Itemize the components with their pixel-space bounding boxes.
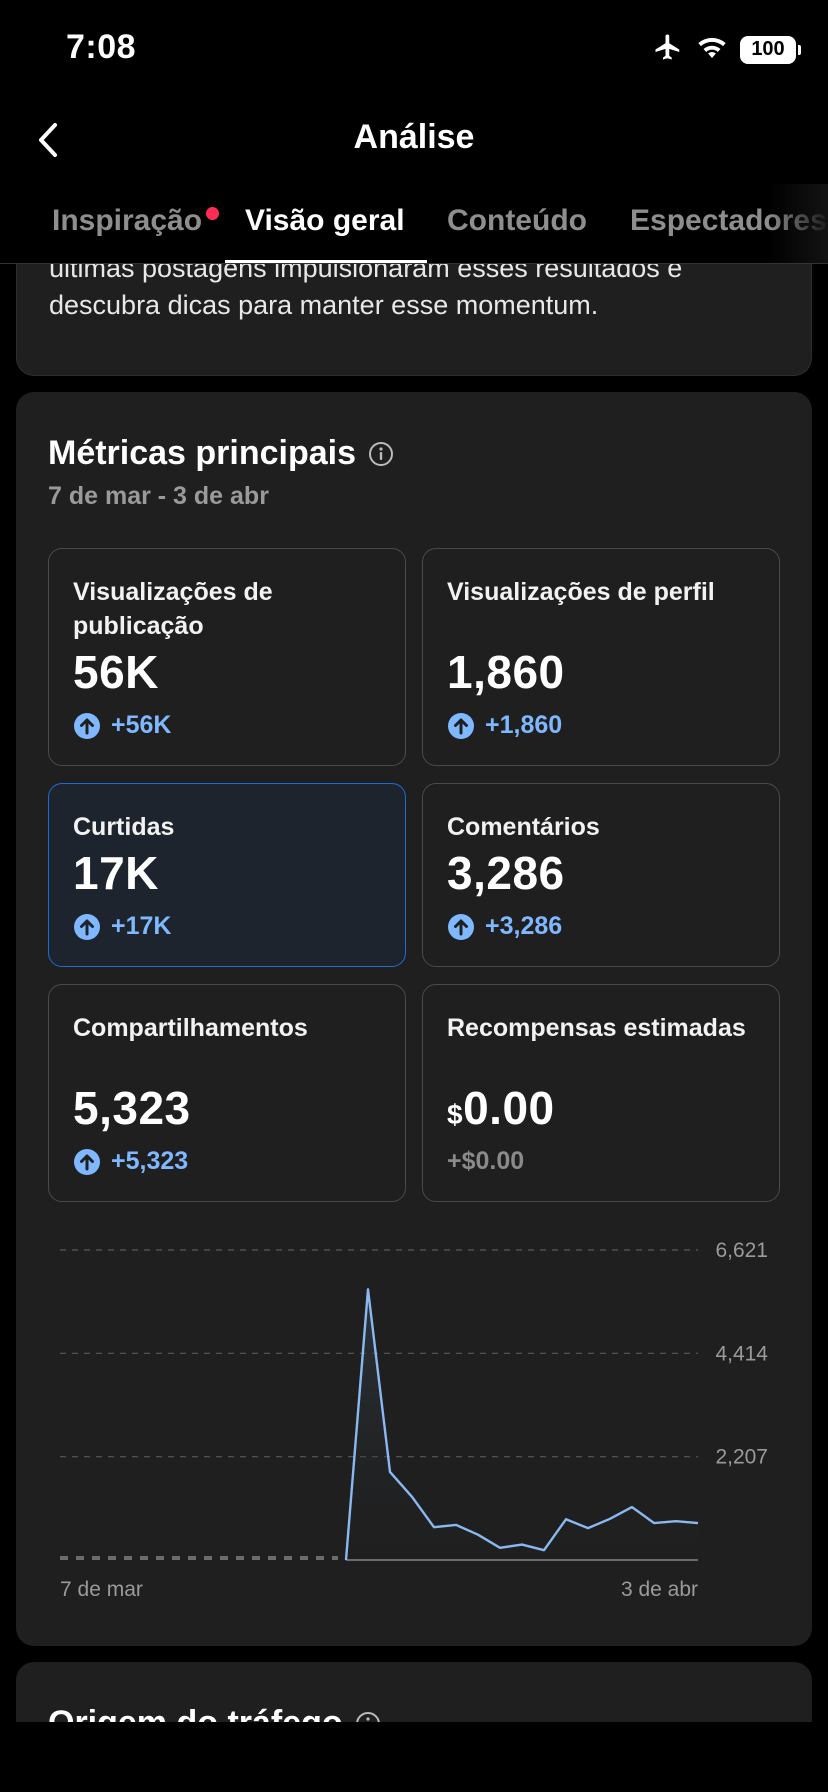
metric-tile-post-views[interactable]: Visualizações de publicação 56K +56K (48, 548, 406, 766)
date-range: 7 de mar - 3 de abr (48, 482, 269, 510)
airplane-icon (652, 32, 684, 67)
metric-delta-text: +3,286 (485, 912, 563, 940)
metric-label: Comentários (447, 813, 600, 841)
chart-area-fill (346, 1289, 698, 1560)
metric-label: Compartilhamentos (73, 1014, 308, 1042)
metric-delta: +1,860 (447, 711, 562, 740)
arrow-up-circle-icon (448, 712, 474, 739)
metric-value: 56K (73, 646, 159, 698)
metric-tile-shares[interactable]: Compartilhamentos 5,323 +5,323 (48, 984, 406, 1202)
metric-delta-text: +56K (111, 711, 172, 739)
status-bar: 7:08 100 (0, 0, 828, 100)
notification-dot (206, 207, 219, 220)
likes-chart-svg: 6,621 4,414 2,207 7 de mar 3 de abr (60, 1239, 768, 1601)
metric-label: Visualizações de publicação (73, 578, 273, 640)
tab-visao-geral[interactable]: Visão geral (245, 204, 405, 238)
tab-fade (768, 184, 828, 263)
metric-value: 3,286 (447, 847, 565, 899)
y-tick-label: 4,414 (715, 1342, 768, 1365)
nav-bar: Análise (0, 100, 828, 180)
key-metrics-card: Métricas principais 7 de mar - 3 de abr … (16, 392, 812, 1646)
status-icons: 100 (652, 32, 801, 67)
wifi-icon (696, 34, 728, 65)
metric-label: Curtidas (73, 813, 175, 841)
x-tick-label-end: 3 de abr (621, 1578, 698, 1601)
metric-delta: +56K (73, 711, 171, 740)
metric-delta: +17K (73, 912, 171, 941)
arrow-up-circle-icon (74, 712, 100, 739)
y-tick-label: 6,621 (715, 1239, 768, 1262)
metric-tile-likes[interactable]: Curtidas 17K +17K (48, 783, 406, 967)
battery-indicator: 100 (740, 35, 801, 64)
metric-value: 1,860 (447, 646, 565, 698)
tab-bar: Inspiração Visão geral Conteúdo Espectad… (0, 184, 828, 264)
likes-chart[interactable]: 6,621 4,414 2,207 7 de mar 3 de abr (16, 1212, 812, 1632)
arrow-up-circle-icon (74, 913, 100, 940)
metric-delta: +$0.00 (447, 1147, 524, 1176)
tab-conteudo[interactable]: Conteúdo (447, 204, 587, 238)
metric-value-number: 0.00 (463, 1082, 555, 1134)
metric-value: 17K (73, 847, 159, 899)
x-tick-label-start: 7 de mar (60, 1578, 143, 1601)
metrics-title: Métricas principais (48, 434, 394, 473)
y-tick-label: 2,207 (715, 1446, 768, 1469)
metric-delta-text: +5,323 (111, 1147, 189, 1175)
metric-tile-profile-views[interactable]: Visualizações de perfil 1,860 +1,860 (422, 548, 780, 766)
metric-delta-text: +1,860 (485, 711, 563, 739)
metric-delta-text: +$0.00 (447, 1147, 525, 1175)
metric-value: 5,323 (73, 1082, 191, 1134)
metric-value: $0.00 (447, 1081, 555, 1135)
info-icon[interactable] (368, 441, 394, 467)
metric-label: Recompensas estimadas (447, 1014, 746, 1042)
arrow-up-circle-icon (74, 1148, 100, 1175)
arrow-up-circle-icon (448, 913, 474, 940)
metrics-title-text: Métricas principais (48, 434, 357, 472)
currency-symbol: $ (447, 1099, 464, 1130)
metric-label: Visualizações de perfil (447, 578, 715, 606)
page-title: Análise (353, 118, 475, 156)
status-time: 7:08 (66, 28, 137, 66)
metric-tile-estimated-rewards[interactable]: Recompensas estimadas $0.00 +$0.00 (422, 984, 780, 1202)
metric-delta-text: +17K (111, 912, 172, 940)
bottom-safe-area (0, 1722, 828, 1792)
active-tab-indicator (225, 260, 427, 263)
tab-inspiracao[interactable]: Inspiração (52, 204, 202, 238)
metric-tile-comments[interactable]: Comentários 3,286 +3,286 (422, 783, 780, 967)
metric-delta: +3,286 (447, 912, 562, 941)
metric-delta: +5,323 (73, 1147, 188, 1176)
